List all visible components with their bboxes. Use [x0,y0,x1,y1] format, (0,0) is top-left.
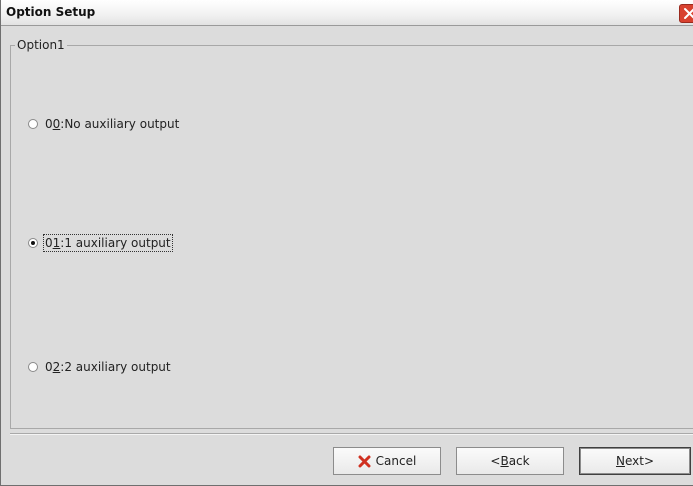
group-label: Option1 [15,38,67,52]
radio-label-00: 00:No auxiliary output [45,117,179,131]
next-mnemonic: N [615,454,625,468]
radio-label-02-post: :2 auxiliary output [60,360,171,374]
radio-label-01-pre: 0 [45,236,53,250]
next-label: Next> [615,454,655,468]
close-icon [684,8,693,19]
title-bar[interactable]: Option Setup [1,0,693,26]
cancel-button[interactable]: Cancel [333,447,441,475]
radio-label-01: 01:1 auxiliary output [43,234,173,252]
next-button[interactable]: Next> [579,447,691,475]
radio-option-02[interactable]: 02:2 auxiliary output [28,360,171,374]
radio-label-02-pre: 0 [45,360,53,374]
radio-button-00[interactable] [28,119,38,129]
close-button[interactable] [679,4,693,23]
back-label: <Back [490,454,530,468]
radio-option-01[interactable]: 01:1 auxiliary output [28,234,173,252]
radio-button-01[interactable] [28,238,38,248]
window-title: Option Setup [6,5,96,19]
radio-selected-dot [31,241,35,245]
option-setup-dialog: Option Setup Option1 0 0 :No auxiliary out… [0,0,693,486]
radio-label-00-pre: 0 [45,117,53,131]
back-mnemonic: B [500,454,509,468]
radio-label-01-post: :1 auxiliary output [60,236,171,250]
cancel-label: Cancel [375,454,417,468]
back-button[interactable]: <Back [456,447,564,475]
radio-option-00[interactable]: 00:No auxiliary output [28,117,179,131]
radio-button-02[interactable] [28,362,38,372]
radio-label-02: 02:2 auxiliary output [45,360,171,374]
button-separator [10,433,693,435]
x-icon [358,455,371,467]
radio-label-00-post: :No auxiliary output [60,117,180,131]
